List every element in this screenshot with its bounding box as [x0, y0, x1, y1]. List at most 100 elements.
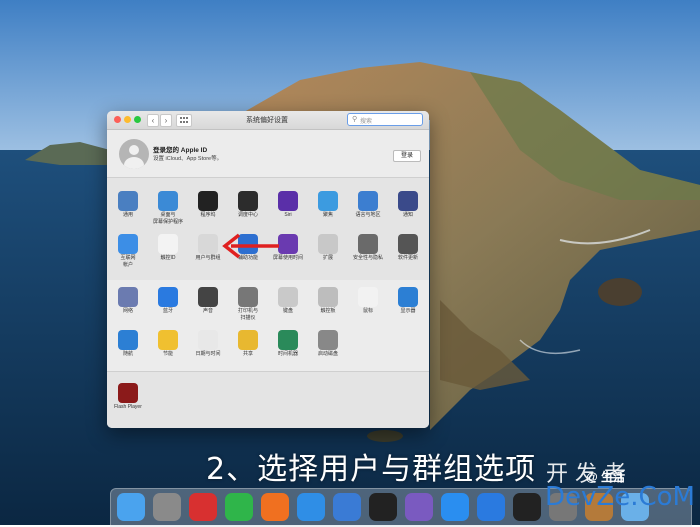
show-all-grid-button[interactable] — [176, 114, 192, 127]
search-icon: ⚲ — [352, 116, 358, 123]
pane-bluetooth[interactable]: 蓝牙 — [146, 287, 190, 327]
pane-desktop[interactable]: 桌面与 屏幕保护程序 — [146, 191, 190, 231]
dock-icon — [198, 191, 218, 211]
back-button[interactable]: ‹ — [147, 114, 159, 127]
network-icon — [118, 287, 138, 307]
mission-control-icon — [238, 191, 258, 211]
pane-label: 扩展 — [322, 255, 333, 261]
general-icon — [118, 191, 138, 211]
pane-label: 随航 — [122, 351, 133, 357]
terminal-icon[interactable] — [513, 493, 541, 521]
time-machine-icon — [278, 330, 298, 350]
pane-label: 调度中心 — [237, 212, 258, 218]
firefox-icon[interactable] — [261, 493, 289, 521]
pane-energy-saver[interactable]: 节能 — [146, 330, 190, 370]
pane-time-machine[interactable]: 时间机器 — [266, 330, 310, 370]
pane-sound[interactable]: 声音 — [186, 287, 230, 327]
pane-network[interactable]: 网络 — [107, 287, 150, 327]
pane-mission-control[interactable]: 调度中心 — [226, 191, 270, 231]
pane-label: Siri — [284, 212, 292, 218]
prefs-section-3 — [107, 371, 429, 428]
pane-label: 显示器 — [400, 308, 416, 314]
apple-id-title: 登录您的 Apple ID — [153, 147, 208, 154]
pane-label: 触控板 — [320, 308, 336, 314]
upload-icon[interactable] — [477, 493, 505, 521]
apple-id-banner: 登录您的 Apple ID 设置 iCloud、App Store等。 登录 — [107, 130, 429, 176]
siri-icon — [278, 191, 298, 211]
mouse-icon — [358, 287, 378, 307]
pane-startup-disk[interactable]: 启动磁盘 — [306, 330, 350, 370]
keyboard-icon — [278, 287, 298, 307]
finder-icon[interactable] — [117, 493, 145, 521]
spotlight-icon — [318, 191, 338, 211]
launchpad-icon[interactable] — [153, 493, 181, 521]
users-groups-icon — [198, 234, 218, 254]
zoom-button[interactable] — [134, 116, 141, 123]
pane-label: 程序坞 — [200, 212, 216, 218]
pane-extensions[interactable]: 扩展 — [306, 234, 350, 274]
pane-label: 节能 — [162, 351, 173, 357]
watermark-url: DevZe.CoM — [545, 482, 695, 512]
desktop-icon — [158, 191, 178, 211]
pane-sharing[interactable]: 共享 — [226, 330, 270, 370]
pane-label: 通知 — [402, 212, 413, 218]
app-black-icon[interactable] — [369, 493, 397, 521]
safari-icon[interactable] — [297, 493, 325, 521]
forward-button[interactable]: › — [160, 114, 172, 127]
pane-software-update[interactable]: 软件更新 — [386, 234, 429, 274]
app-store-icon[interactable] — [441, 493, 469, 521]
wechat-icon[interactable] — [225, 493, 253, 521]
tutorial-caption: 2、选择用户与群组选项 — [206, 452, 537, 487]
pane-label: 语言与地区 — [355, 212, 381, 218]
pane-notifications[interactable]: 通知 — [386, 191, 429, 231]
touch-id-icon — [158, 234, 178, 254]
pane-date-time[interactable]: 日期与时间 — [186, 330, 230, 370]
pane-internet-accounts[interactable]: 互联网 帐户 — [107, 234, 150, 274]
minimize-button[interactable] — [124, 116, 131, 123]
pane-language[interactable]: 语言与地区 — [346, 191, 390, 231]
pane-printers[interactable]: 打印机与 扫描仪 — [226, 287, 270, 327]
pane-label: 时间机器 — [277, 351, 298, 357]
sharing-icon — [238, 330, 258, 350]
pane-sidecar[interactable]: 随航 — [107, 330, 150, 370]
pane-label: 安全性与隐私 — [352, 255, 383, 261]
search-input[interactable]: ⚲ 搜索 — [347, 113, 423, 126]
pane-spotlight[interactable]: 聚焦 — [306, 191, 350, 231]
pane-label: 蓝牙 — [162, 308, 173, 314]
pane-touch-id[interactable]: 触控ID — [146, 234, 190, 274]
pane-mouse[interactable]: 鼠标 — [346, 287, 390, 327]
pane-general[interactable]: 通用 — [107, 191, 150, 231]
pane-trackpad[interactable]: 触控板 — [306, 287, 350, 327]
flash-player-icon — [118, 383, 138, 403]
app-colorful-icon[interactable] — [405, 493, 433, 521]
pane-label: 触控ID — [160, 255, 176, 261]
xcode-icon[interactable] — [333, 493, 361, 521]
pane-label: 聚焦 — [322, 212, 333, 218]
startup-disk-icon — [318, 330, 338, 350]
window-title: 系统偏好设置 — [246, 117, 288, 124]
pane-keyboard[interactable]: 键盘 — [266, 287, 310, 327]
avatar-icon — [119, 139, 149, 169]
search-placeholder: 搜索 — [360, 119, 373, 125]
pane-dock[interactable]: 程序坞 — [186, 191, 230, 231]
close-button[interactable] — [114, 116, 121, 123]
pane-label: 软件更新 — [397, 255, 418, 261]
pane-flash-player[interactable]: Flash Player — [107, 383, 150, 423]
pane-label: 通用 — [122, 212, 133, 218]
pane-label: 打印机与 扫描仪 — [237, 308, 258, 321]
pane-security[interactable]: 安全性与隐私 — [346, 234, 390, 274]
trackpad-icon — [318, 287, 338, 307]
pane-displays[interactable]: 显示器 — [386, 287, 429, 327]
security-icon — [358, 234, 378, 254]
pane-label: 键盘 — [282, 308, 293, 314]
bluetooth-icon — [158, 287, 178, 307]
pane-label: 桌面与 屏幕保护程序 — [152, 212, 183, 225]
app-red-icon[interactable] — [189, 493, 217, 521]
pane-siri[interactable]: Siri — [266, 191, 310, 231]
pane-label: 启动磁盘 — [317, 351, 338, 357]
pane-label: 网络 — [122, 308, 133, 314]
extensions-icon — [318, 234, 338, 254]
login-button[interactable]: 登录 — [393, 150, 421, 162]
screen-time-icon — [278, 234, 298, 254]
date-time-icon — [198, 330, 218, 350]
